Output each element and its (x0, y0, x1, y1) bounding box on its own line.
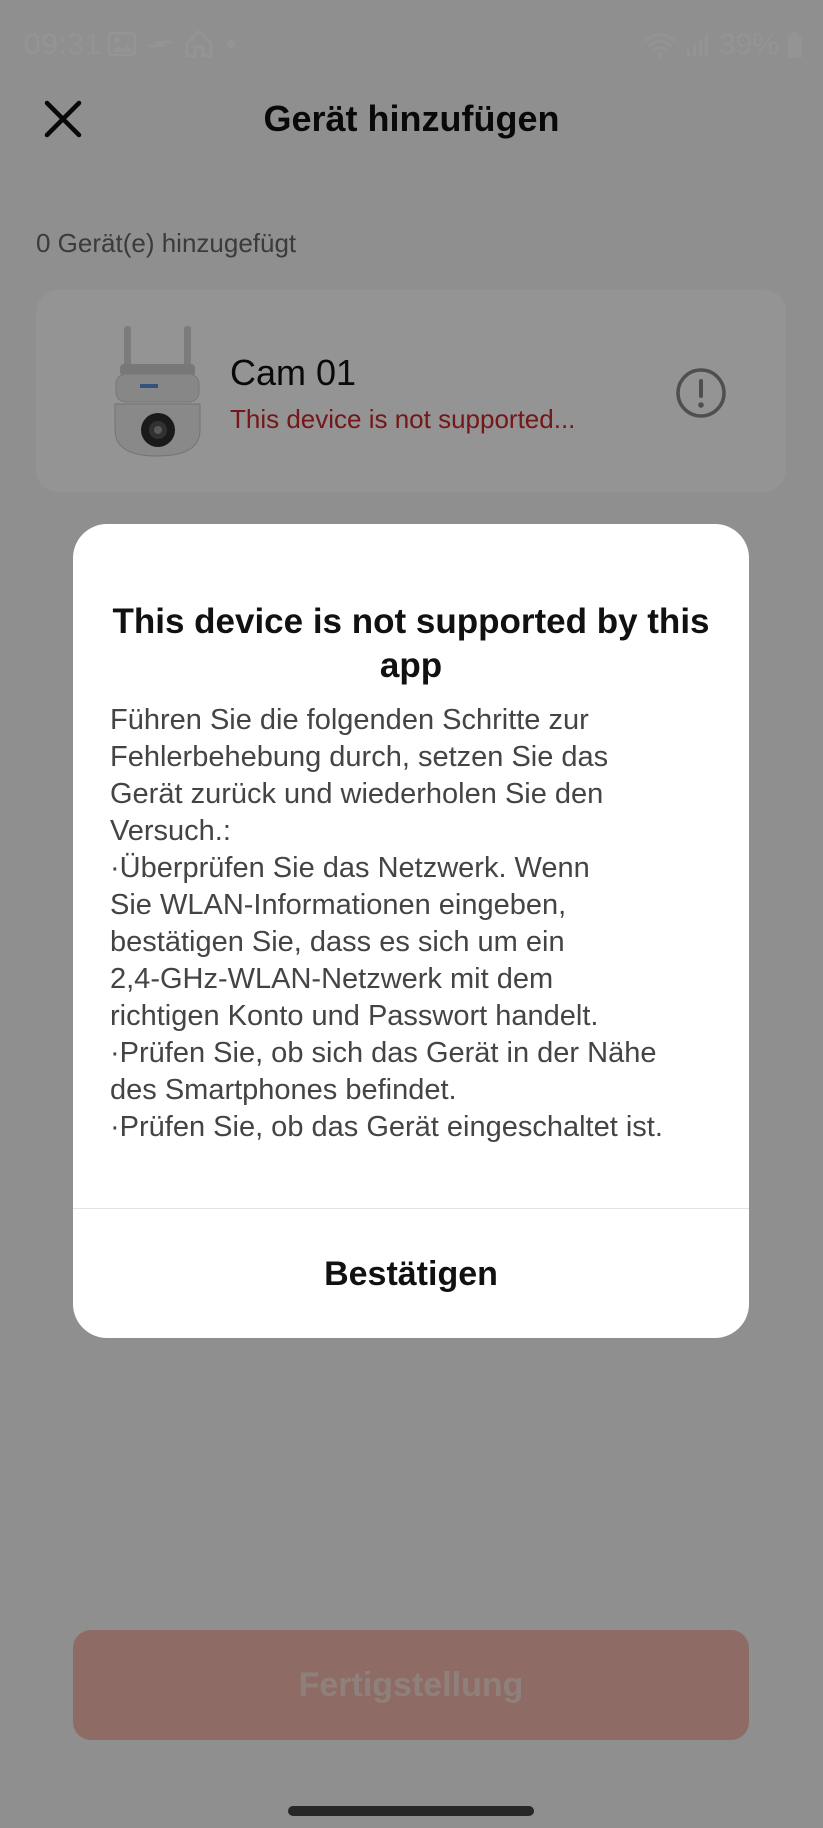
confirm-button[interactable]: Bestätigen (73, 1210, 749, 1338)
dialog-title: This device is not supported by this app (112, 602, 710, 685)
dialog-divider (73, 1208, 749, 1209)
dialog-body: Führen Sie die folgenden Schritte zur Fe… (110, 704, 663, 1143)
app-screen: 09:31 39% Gerät hinzufügen 0 Gerät(e) hi… (0, 0, 823, 1828)
error-dialog: This device is not supported by this app… (73, 524, 749, 1338)
